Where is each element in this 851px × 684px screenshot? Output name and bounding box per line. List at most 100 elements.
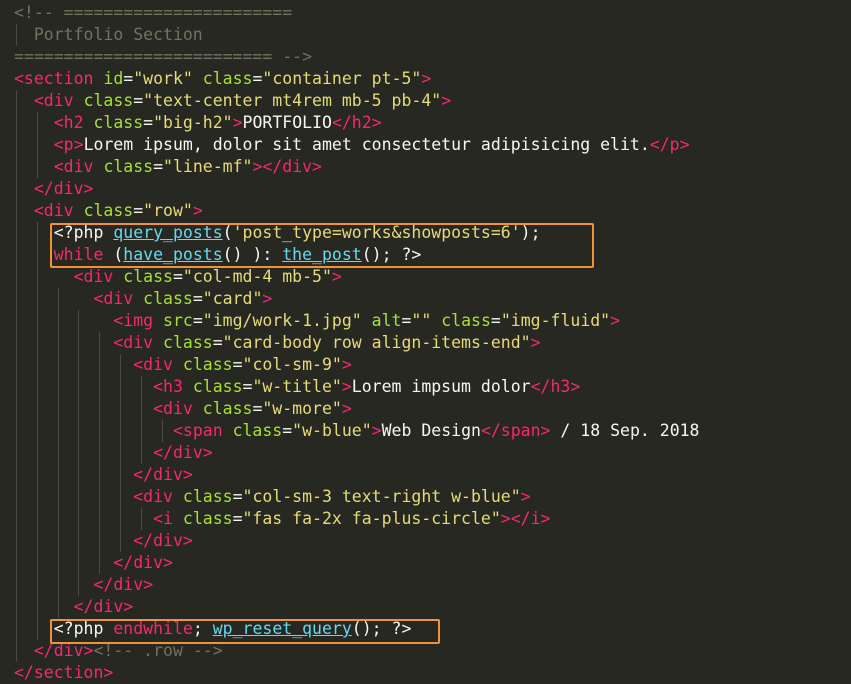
code-token-tag: ></div> (252, 157, 322, 176)
code-token-attr: class (202, 69, 253, 88)
code-token-tag: </div> (133, 465, 193, 484)
code-token-tag: <section (14, 69, 94, 88)
code-token-pun (14, 355, 133, 374)
code-line: <!-- ======================= (14, 2, 292, 24)
code-token-pun: ( (222, 223, 233, 242)
code-token-str: "img/work-1.jpg" (202, 311, 362, 330)
code-token-str: 'post_type=works&showposts=6' (232, 223, 521, 242)
code-token-pun: <?php (53, 619, 114, 638)
code-line: <i class="fas fa-2x fa-plus-circle"></i> (14, 508, 550, 530)
code-token-pun (133, 289, 143, 308)
code-line: Portfolio Section (14, 24, 203, 46)
code-token-str: "container pt-5" (262, 69, 422, 88)
code-line: <div class="card-body row align-items-en… (14, 332, 540, 354)
code-line: <div class="line-mf"></div> (14, 156, 322, 178)
code-token-pun (14, 465, 133, 484)
code-token-pun (153, 311, 163, 330)
code-token-tag: <div (113, 333, 154, 352)
code-line: <?php query_posts('post_type=works&showp… (14, 222, 541, 244)
code-token-pun: = (153, 157, 164, 176)
code-token-com: ========================== --> (14, 47, 313, 66)
code-token-pun (14, 135, 54, 154)
code-token-pun (74, 91, 84, 110)
code-token-pun: = (133, 91, 144, 110)
code-token-com: <!-- ======================= (14, 3, 293, 22)
code-line: <div class="col-sm-9"> (14, 354, 352, 376)
code-token-str: "work" (133, 69, 193, 88)
code-token-pun: = (212, 333, 223, 352)
code-token-attr: class (232, 421, 283, 440)
code-token-kw: while (53, 245, 104, 264)
code-token-attr: class (182, 355, 233, 374)
code-token-tag: > (341, 355, 352, 374)
code-token-tag: <i (153, 509, 173, 528)
code-token-tag: </div> (33, 641, 94, 660)
code-token-str: "fas fa-2x fa-plus-circle" (242, 509, 501, 528)
code-token-tag: > (331, 267, 342, 286)
code-token-pun: ( (103, 245, 124, 264)
code-token-pun: = (133, 201, 144, 220)
code-token-tag: <div (33, 201, 74, 220)
code-token-attr: alt (371, 311, 402, 330)
code-token-attr: class (93, 113, 144, 132)
code-token-pun (14, 223, 54, 242)
code-token-str: "card-body row align-items-end" (222, 333, 531, 352)
code-line: <div class="text-center mt4rem mb-5 pb-4… (14, 90, 451, 112)
code-line: <img src="img/work-1.jpg" alt="" class="… (14, 310, 620, 332)
code-token-pun: = (401, 311, 412, 330)
code-token-pun (153, 333, 163, 352)
code-token-pun (14, 575, 93, 594)
code-token-txt: Lorem impsum dolor (351, 377, 531, 396)
code-token-pun: = (282, 421, 293, 440)
code-token-str: "w-more" (262, 399, 342, 418)
code-token-fn: have_posts (123, 245, 223, 264)
code-editor[interactable]: <!-- ======================= Portfolio S… (0, 0, 851, 684)
code-token-tag: <div (33, 91, 74, 110)
code-token-attr: class (192, 377, 243, 396)
code-token-tag: </div> (133, 531, 193, 550)
code-token-pun (14, 641, 34, 660)
code-token-pun (14, 289, 93, 308)
code-line: </div> (14, 530, 193, 552)
code-token-pun: = (172, 267, 183, 286)
code-token-pun (223, 421, 233, 440)
code-token-tag: > (192, 201, 203, 220)
code-token-tag: <div (153, 399, 193, 418)
code-token-pun: = (192, 311, 203, 330)
code-token-pun: (); ?> (351, 619, 412, 638)
code-token-tag: <h2 (53, 113, 84, 132)
code-token-pun (183, 377, 193, 396)
code-token-pun (14, 399, 153, 418)
code-token-attr: src (163, 311, 193, 330)
code-token-str: "col-sm-3 text-right w-blue" (242, 487, 521, 506)
code-token-attr: class (103, 157, 154, 176)
code-token-pun (14, 267, 74, 286)
code-token-pun (14, 311, 113, 330)
code-token-str: "big-h2" (153, 113, 233, 132)
code-token-tag: > (262, 289, 273, 308)
code-token-attr: class (202, 399, 253, 418)
code-token-tag: <div (133, 487, 173, 506)
code-line: </section> (14, 662, 113, 684)
code-token-pun (14, 443, 153, 462)
code-token-tag: > (341, 399, 352, 418)
code-line: <h3 class="w-title">Lorem impsum dolor</… (14, 376, 580, 398)
code-token-pun: = (490, 311, 501, 330)
code-token-txt: Lorem ipsum, dolor sit amet consectetur … (83, 135, 650, 154)
code-token-attr: class (123, 267, 173, 286)
code-line: </div> (14, 178, 94, 200)
code-line: <div class="card"> (14, 288, 272, 310)
code-token-fn: the_post (282, 245, 362, 264)
code-token-pun: = (143, 113, 154, 132)
code-token-fn: query_posts (113, 223, 223, 242)
code-token-tag: ></i> (500, 509, 551, 528)
code-line: <p>Lorem ipsum, dolor sit amet consectet… (14, 134, 690, 156)
code-token-str: "w-blue" (292, 421, 372, 440)
code-token-tag: > (421, 69, 432, 88)
code-token-pun: = (232, 487, 243, 506)
code-token-str: "w-title" (252, 377, 342, 396)
code-token-pun: <?php (53, 223, 114, 242)
code-token-tag: </div> (73, 597, 134, 616)
code-token-pun (84, 113, 94, 132)
code-token-str: "text-center mt4rem mb-5 pb-4" (143, 91, 442, 110)
